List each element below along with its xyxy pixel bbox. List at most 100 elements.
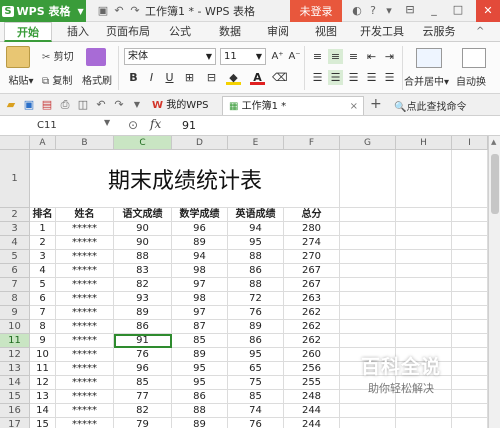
- sheet-title[interactable]: 期末成绩统计表: [30, 164, 340, 200]
- cell[interactable]: [396, 320, 452, 334]
- tab-formulas[interactable]: 公式: [160, 22, 200, 42]
- cell[interactable]: [452, 222, 488, 236]
- row-header[interactable]: 14: [0, 376, 30, 390]
- cell[interactable]: 90: [114, 222, 172, 236]
- bold-button[interactable]: B: [126, 70, 141, 85]
- skin-icon[interactable]: ◐: [350, 4, 364, 18]
- row-header[interactable]: 5: [0, 250, 30, 264]
- selected-cell[interactable]: 91: [114, 334, 172, 348]
- cell[interactable]: 15: [30, 418, 56, 428]
- cell[interactable]: 248: [284, 390, 340, 404]
- cell[interactable]: *****: [56, 250, 114, 264]
- cell[interactable]: 244: [284, 418, 340, 428]
- font-color-icon[interactable]: A: [250, 70, 265, 85]
- cell[interactable]: 76: [114, 348, 172, 362]
- cell[interactable]: [396, 418, 452, 428]
- cell[interactable]: 86: [172, 390, 228, 404]
- cell[interactable]: 280: [284, 222, 340, 236]
- cell[interactable]: 89: [172, 236, 228, 250]
- cell[interactable]: 89: [228, 320, 284, 334]
- cell[interactable]: *****: [56, 348, 114, 362]
- font-name-select[interactable]: 宋体 ▼: [124, 48, 216, 65]
- fill-color-icon[interactable]: ◆: [226, 70, 241, 85]
- cell[interactable]: 6: [30, 292, 56, 306]
- cell[interactable]: 13: [30, 390, 56, 404]
- tab-cloud-service[interactable]: 云服务: [414, 22, 464, 42]
- paste-button[interactable]: 粘贴▾: [6, 72, 36, 87]
- scroll-up-icon[interactable]: ▲: [491, 138, 496, 146]
- cell[interactable]: 96: [114, 362, 172, 376]
- undo-icon[interactable]: ↶: [112, 4, 126, 18]
- cell[interactable]: [340, 418, 396, 428]
- cell[interactable]: 11: [30, 362, 56, 376]
- cell[interactable]: *****: [56, 292, 114, 306]
- column-header-c[interactable]: C: [114, 136, 172, 150]
- vertical-scrollbar[interactable]: ▲: [488, 136, 500, 428]
- tab-data[interactable]: 数据: [210, 22, 250, 42]
- pin-icon[interactable]: ⊟: [402, 2, 418, 18]
- cell[interactable]: [396, 292, 452, 306]
- tab-home[interactable]: 开始: [4, 22, 52, 42]
- cell[interactable]: 88: [228, 250, 284, 264]
- cell[interactable]: [452, 208, 488, 222]
- cell[interactable]: [340, 320, 396, 334]
- align-middle-icon[interactable]: ≡: [328, 49, 343, 64]
- row-header[interactable]: 1: [0, 150, 30, 208]
- cell[interactable]: 86: [114, 320, 172, 334]
- chevron-down-icon[interactable]: ▼: [130, 98, 144, 112]
- cell[interactable]: [340, 264, 396, 278]
- cell[interactable]: [396, 404, 452, 418]
- redo-icon[interactable]: ↷: [112, 98, 126, 112]
- cell[interactable]: 1: [30, 222, 56, 236]
- cell[interactable]: *****: [56, 222, 114, 236]
- cell[interactable]: *****: [56, 362, 114, 376]
- row-header[interactable]: 15: [0, 390, 30, 404]
- column-header-b[interactable]: B: [56, 136, 114, 150]
- cell[interactable]: [340, 222, 396, 236]
- cell[interactable]: [340, 292, 396, 306]
- cell[interactable]: *****: [56, 418, 114, 428]
- column-header-f[interactable]: F: [284, 136, 340, 150]
- cell[interactable]: [340, 250, 396, 264]
- cell[interactable]: 8: [30, 320, 56, 334]
- cell[interactable]: 85: [114, 376, 172, 390]
- cell[interactable]: 267: [284, 278, 340, 292]
- cell[interactable]: 89: [114, 306, 172, 320]
- cell[interactable]: [452, 334, 488, 348]
- cell[interactable]: 260: [284, 348, 340, 362]
- save-icon[interactable]: ▣: [96, 4, 110, 18]
- cell[interactable]: 97: [172, 306, 228, 320]
- cut-button[interactable]: ✂ 剪切: [42, 48, 74, 63]
- row-header[interactable]: 3: [0, 222, 30, 236]
- cell[interactable]: 10: [30, 348, 56, 362]
- cell[interactable]: *****: [56, 236, 114, 250]
- cell[interactable]: [340, 404, 396, 418]
- redo-icon[interactable]: ↷: [128, 4, 142, 18]
- column-label[interactable]: 英语成绩: [228, 208, 284, 222]
- cell[interactable]: 89: [172, 418, 228, 428]
- cell[interactable]: *****: [56, 278, 114, 292]
- align-top-icon[interactable]: ≡: [310, 49, 325, 64]
- new-tab-icon[interactable]: +: [370, 96, 382, 112]
- cell[interactable]: [452, 236, 488, 250]
- cell[interactable]: 95: [172, 362, 228, 376]
- cell[interactable]: 262: [284, 334, 340, 348]
- row-header[interactable]: 10: [0, 320, 30, 334]
- name-box[interactable]: C11: [5, 118, 100, 134]
- cell[interactable]: 12: [30, 376, 56, 390]
- cell[interactable]: 86: [228, 334, 284, 348]
- tab-review[interactable]: 审阅: [258, 22, 298, 42]
- scrollbar-thumb[interactable]: [491, 154, 499, 214]
- column-header-g[interactable]: G: [340, 136, 396, 150]
- cell[interactable]: 88: [228, 278, 284, 292]
- cell[interactable]: 76: [228, 418, 284, 428]
- cell[interactable]: 85: [228, 390, 284, 404]
- cell[interactable]: [452, 320, 488, 334]
- zoom-icon[interactable]: ⊙: [128, 118, 138, 132]
- decrease-font-icon[interactable]: A⁻: [287, 49, 302, 64]
- column-header-d[interactable]: D: [172, 136, 228, 150]
- cell[interactable]: 88: [114, 250, 172, 264]
- tab-page-layout[interactable]: 页面布局: [100, 22, 156, 42]
- fx-icon[interactable]: fx: [150, 117, 161, 131]
- cell[interactable]: [396, 222, 452, 236]
